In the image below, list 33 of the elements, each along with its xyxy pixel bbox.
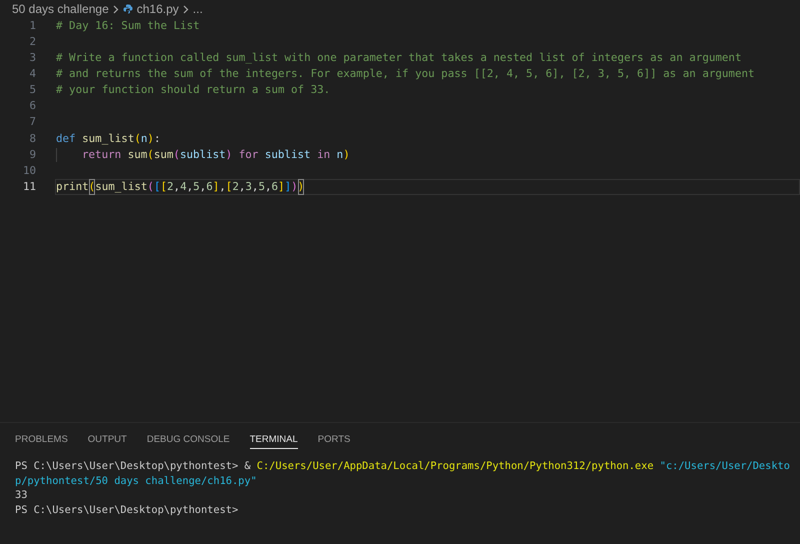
code-line: # and returns the sum of the integers. For example, if you pass [[2, 4, 5, 6], [2, 3, 5, 6]] as an argument: [56, 66, 755, 82]
terminal-line: PS C:\Users\User\Desktop\pythontest> & C:/Users/User/AppData/Local/Programs/Python/Python312/python.exe "c:/Users/User/Deskto: [15, 459, 790, 474]
line-number: 3: [28, 50, 36, 66]
line-number: 9: [28, 146, 36, 163]
code-line: return sum(sum(sublist) for sublist in n): [82, 146, 350, 163]
python-file-icon: [122, 4, 133, 14]
panel-tab[interactable]: PROBLEMS: [15, 433, 68, 449]
terminal-line: PS C:\Users\User\Desktop\pythontest>: [15, 503, 238, 518]
code-line: # Day 16: Sum the List: [56, 18, 200, 34]
line-number: 6: [28, 98, 36, 114]
panel-tab[interactable]: PORTS: [318, 433, 350, 449]
terminal-line: p/pythontest/50 days challenge/ch16.py": [15, 474, 257, 488]
breadcrumb-item[interactable]: 50 days challenge: [12, 0, 109, 18]
code-line: def sum_list(n):: [56, 130, 160, 147]
code-line: print(sum_list([[2,4,5,6],[2,3,5,6]])): [56, 178, 304, 196]
line-number: 4: [28, 66, 36, 82]
line-number: 11: [22, 178, 36, 195]
chevron-icon: [112, 4, 119, 14]
code-line: # Write a function called sum_list with one parameter that takes a nested list of integers as an argument: [56, 50, 742, 66]
panel-tab[interactable]: OUTPUT: [88, 433, 127, 449]
line-number: 1: [28, 18, 36, 34]
chevron-icon: [182, 4, 189, 14]
line-number: 2: [28, 34, 36, 50]
panel-tab[interactable]: DEBUG CONSOLE: [146, 433, 230, 449]
line-number: 10: [22, 162, 36, 179]
breadcrumb-more[interactable]: ...: [192, 0, 203, 18]
code-line: # your function should return a sum of 33.: [56, 82, 330, 98]
line-number: 5: [28, 82, 36, 98]
breadcrumb-item[interactable]: ch16.py: [136, 0, 179, 18]
terminal-line: 33: [15, 488, 28, 504]
line-number: 7: [28, 114, 36, 130]
line-number: 8: [28, 130, 36, 147]
panel-tab[interactable]: TERMINAL: [250, 433, 298, 449]
